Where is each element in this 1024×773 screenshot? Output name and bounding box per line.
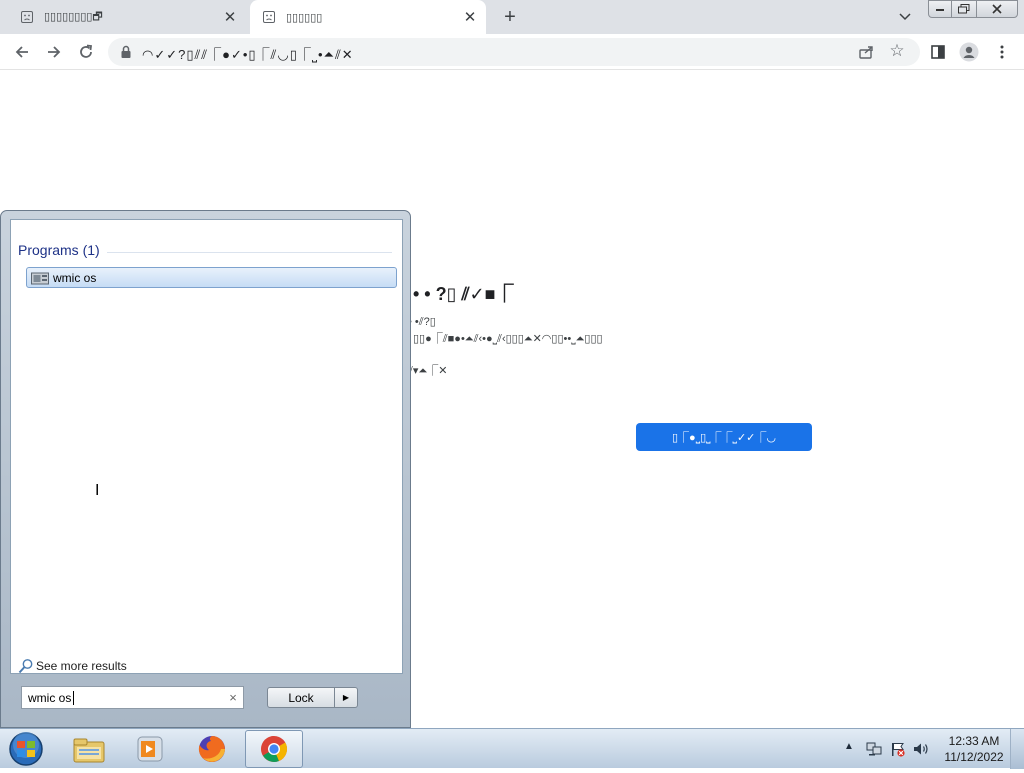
media-player-icon[interactable] [121,730,179,768]
search-result-label: wmic os [53,270,97,285]
tab-strip: ▯▯▯▯▯▯▯▯🗗 ✕ ▯▯▯▯▯▯ ✕ + [0,0,1024,34]
tab-inactive[interactable]: ▯▯▯▯▯▯▯▯🗗 ✕ [8,0,246,34]
close-window-button[interactable] [976,0,1018,18]
share-icon[interactable] [856,42,878,62]
reload-button[interactable] [72,38,100,66]
page-heading: • • ?▯ ⫽✓■⎾ [413,284,514,304]
close-tab-icon[interactable]: ✕ [458,5,482,29]
start-menu: Programs (1) wmic os See more results wm… [0,210,411,728]
clock-date[interactable]: 11/12/2022 [944,750,1004,764]
header-divider [107,252,392,253]
taskbar: ▲ 12:33 AM 11/12/2022 [0,728,1024,769]
lock-button[interactable]: Lock [267,687,335,708]
back-button[interactable] [8,38,36,66]
chrome-icon[interactable] [245,730,303,768]
address-bar[interactable]: ◠✓✓?▯⫽⫽⎾●✓•▯⎾⫽◡▯⎾⎵•⏶⫽✕ ☆ [108,38,920,66]
action-center-flag-icon[interactable] [889,741,907,757]
tab-title: ▯▯▯▯▯▯▯▯🗗 [44,10,103,23]
start-search-input[interactable]: wmic os × [21,686,244,709]
lock-icon[interactable] [120,45,132,59]
see-more-results-link[interactable]: See more results [18,658,127,674]
windows-explorer-icon[interactable] [60,730,118,768]
menu-kebab-icon[interactable] [988,38,1016,66]
tab-search-icon[interactable] [893,7,917,27]
show-desktop-button[interactable] [1010,729,1024,769]
program-icon [31,272,49,284]
text-caret [73,691,74,705]
tab-title: ▯▯▯▯▯▯ [286,11,323,24]
start-menu-results-pane: Programs (1) wmic os See more results [10,219,403,674]
side-panel-icon[interactable] [924,38,952,66]
magnifier-icon [18,659,33,674]
new-tab-button[interactable]: + [498,5,522,29]
page-subtext: ▯▯●⎾⫽■●•⏶⫽‹•●⎵⫽‹▯▯▯⏶✕◠▯▯••⎵⏶▯▯▯ [413,333,603,345]
programs-header: Programs (1) [18,242,100,258]
network-icon[interactable] [865,741,883,757]
url-text: ◠✓✓?▯⫽⫽⎾●✓•▯⎾⫽◡▯⎾⎵•⏶⫽✕ [142,47,354,62]
clock-time[interactable]: 12:33 AM [944,734,1004,748]
search-input-text: wmic os [28,691,72,705]
clear-search-icon[interactable]: × [225,689,241,705]
start-orb-button[interactable] [6,730,46,768]
volume-icon[interactable] [913,741,931,757]
sad-face-icon [20,10,34,24]
sad-face-icon [262,10,276,24]
firefox-icon[interactable] [183,730,241,768]
see-more-label: See more results [36,659,127,673]
restore-window-button[interactable] [951,0,977,18]
shutdown-options-arrow[interactable]: ▶ [335,687,358,708]
tab-active[interactable]: ▯▯▯▯▯▯ ✕ [250,0,486,34]
page-subtext: • •⫽?▯ [408,316,436,328]
search-result-item[interactable]: wmic os [26,267,397,288]
profile-avatar-icon[interactable] [955,38,983,66]
forward-button[interactable] [40,38,68,66]
bookmark-star-icon[interactable]: ☆ [886,40,908,62]
browser-toolbar: ◠✓✓?▯⫽⫽⎾●✓•▯⎾⫽◡▯⎾⎵•⏶⫽✕ ☆ [0,34,1024,70]
show-hidden-icons-arrow[interactable]: ▲ [844,741,854,752]
close-tab-icon[interactable]: ✕ [218,5,242,29]
page-subtext: ⫽▾⏶⎾✕ [408,365,448,377]
page-action-button[interactable]: ▯⎾●⎵▯⎵⎾⎾⎵✓✓⎾◡ [636,423,812,451]
mouse-ibeam-cursor: I [95,482,100,499]
minimize-window-button[interactable] [928,0,952,18]
